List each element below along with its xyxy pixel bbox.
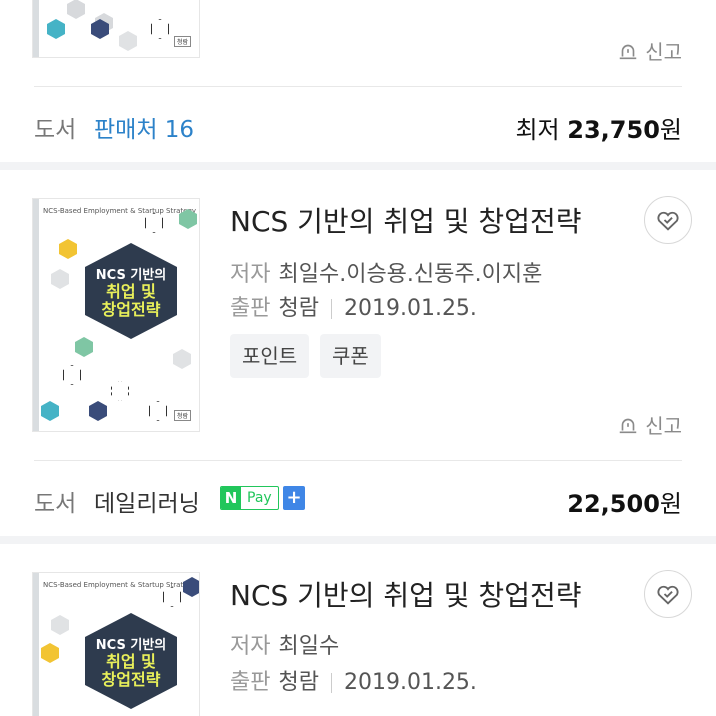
cover-title-line1: NCS 기반의 [95,637,167,653]
cover-hex [119,31,137,51]
product-title[interactable]: NCS 기반의 취업 및 창업전략 [230,200,581,240]
lowest-price[interactable]: 최저 23,750원 [515,110,682,145]
cover-publisher-mark: 청람 [173,410,191,421]
cover-hex [51,269,69,289]
cover-hex [111,381,129,401]
npay-text: Pay [247,490,272,506]
report-button[interactable]: 신고 [617,36,682,65]
report-label: 신고 [645,40,682,64]
publisher-value: 청람 [278,296,319,321]
tag-point: 포인트 [230,334,310,378]
book-cover[interactable]: NCS-Based Employment & Startup Strategy … [32,198,200,432]
cover-hex [183,577,199,597]
cover-title-line3: 창업전략 [101,669,161,689]
npay-n: N [221,487,241,509]
publish-date: 2019.01.25. [343,296,477,321]
cover-hex [89,401,107,421]
npay-plus-badge: + [283,486,305,510]
price-unit: 원 [659,490,682,518]
divider [34,86,682,87]
publisher-label: 출판 [230,670,271,695]
cover-publisher-mark: 청람 [173,36,191,47]
publish-date: 2019.01.25. [343,670,477,695]
siren-icon [619,44,637,59]
tag-coupon: 쿠폰 [320,334,381,378]
divider [34,460,682,461]
author-label: 저자 [230,634,271,659]
meta-separator [330,673,332,693]
price-value: 22,500 [567,490,660,518]
cover-title-line1: NCS 기반의 [95,267,167,283]
cover-title-panel: NCS 기반의 취업 및 창업전략 [85,243,177,339]
npay-badge: N Pay [220,486,279,510]
cover-spine [33,199,39,431]
book-cover[interactable]: NCS-Based Employment & Startup Strategy … [32,572,200,716]
cover-subtitle: NCS-Based Employment & Startup Strategy [43,207,197,215]
cover-hex [41,643,59,663]
cover-hex [63,365,81,385]
wishlist-button[interactable] [644,196,692,244]
cover-hex [51,615,69,635]
publisher-row: 출판 청람 2019.01.25. [230,290,477,322]
wishlist-button[interactable] [644,570,692,618]
cover-title-line2: 취업 및 [106,281,156,301]
publisher-value: 청람 [278,670,319,695]
section-gap [0,536,716,544]
cover-hex [47,19,65,39]
seller-count-link[interactable]: 판매처 16 [94,110,194,144]
cover-title-panel: NCS 기반의 취업 및 창업전략 [85,613,177,709]
seller-price[interactable]: 22,500원 [567,484,682,519]
cover-hex [149,401,167,421]
publisher-label: 출판 [230,296,271,321]
cover-hex [75,337,93,357]
cover-hex [173,349,191,369]
cover-title-line3: 창업전략 [101,299,161,319]
cover-spine [33,0,39,57]
siren-icon [619,418,637,433]
price-prefix: 최저 [515,116,560,144]
price-unit: 원 [659,116,682,144]
book-cover-top[interactable]: 청람 [32,0,200,58]
cover-hex [59,239,77,259]
cover-hex [41,401,59,421]
cover-hex [163,587,181,607]
category-label: 도서 [34,491,77,517]
heart-check-icon [657,585,679,605]
author-row: 저자 최일수 [230,628,339,660]
cover-hex [151,19,169,39]
seller-name[interactable]: 데일리러닝 [94,484,200,518]
cover-hex [67,0,85,19]
author-value: 최일수.이승용.신동주.이지훈 [278,262,543,287]
category-label: 도서 [34,117,77,143]
heart-check-icon [657,211,679,231]
cover-hex [145,213,163,233]
author-row: 저자 최일수.이승용.신동주.이지훈 [230,256,542,288]
cover-spine [33,573,39,716]
price-value: 23,750 [567,116,660,144]
section-gap [0,162,716,170]
report-button[interactable]: 신고 [617,410,682,439]
product-title[interactable]: NCS 기반의 취업 및 창업전략 [230,574,581,614]
meta-separator [330,299,332,319]
publisher-row: 출판 청람 2019.01.25. [230,664,477,696]
report-label: 신고 [645,414,682,438]
author-label: 저자 [230,262,271,287]
cover-title-line2: 취업 및 [106,651,156,671]
author-value: 최일수 [278,634,340,659]
